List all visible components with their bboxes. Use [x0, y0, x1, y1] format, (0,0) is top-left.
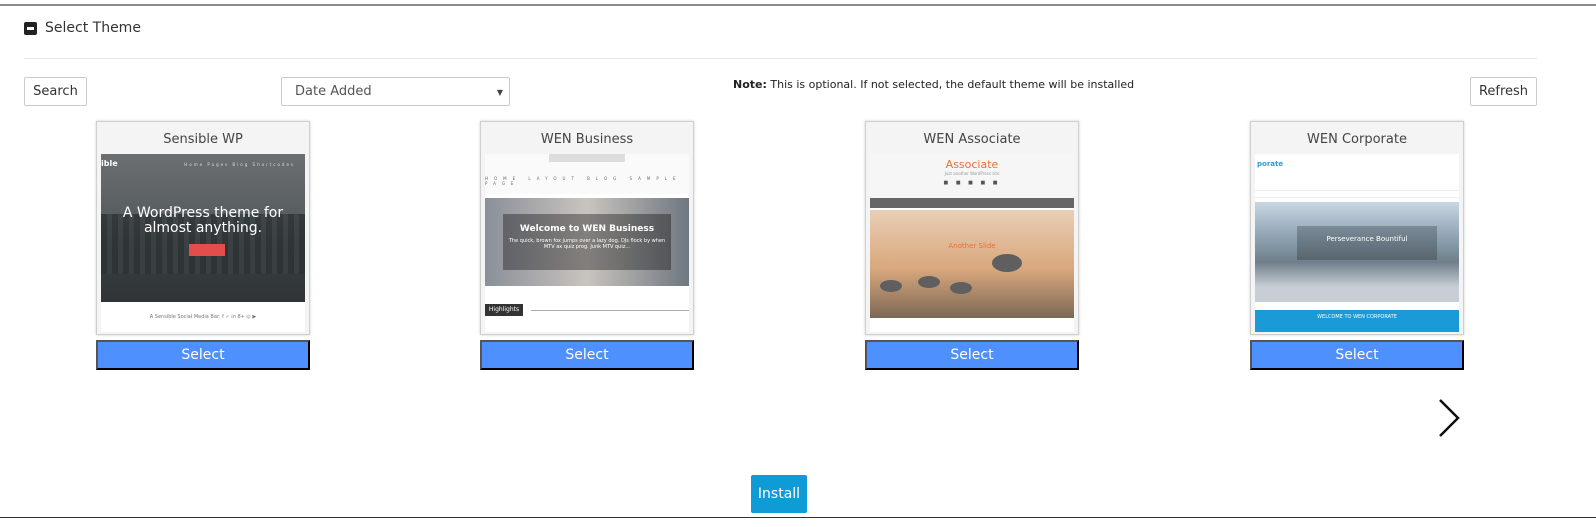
- theme-preview-image: Associate Just another WordPress site ■ …: [870, 154, 1074, 332]
- sort-select-value: Date Added: [295, 84, 372, 99]
- select-button-wen-associate[interactable]: Select: [865, 340, 1079, 370]
- preview-site-subtitle: Just another WordPress site: [944, 171, 1000, 176]
- chevron-right-icon[interactable]: [1432, 396, 1468, 440]
- caret-down-icon: ▼: [496, 88, 503, 97]
- preview-social-icons: ■ ■ ■ ■ ■: [943, 180, 1001, 186]
- bottom-rule: [0, 517, 1596, 518]
- note-text: This is optional. If not selected, the d…: [766, 78, 1135, 91]
- preview-hero: Welcome to WEN Business The quick, brown…: [485, 198, 689, 286]
- preview-header: Associate Just another WordPress site ■ …: [870, 154, 1074, 198]
- theme-title: Sensible WP: [163, 132, 243, 147]
- preview-rule: [531, 310, 689, 311]
- preview-hero-caption: Another Slide: [948, 242, 996, 250]
- collapse-icon[interactable]: [24, 21, 37, 35]
- preview-nav: Home Pages Blog Shortcodes: [184, 162, 295, 167]
- preview-logo: ible: [101, 159, 118, 168]
- note-label: Note:: [733, 78, 767, 91]
- preview-hero-text: The quick, brown fox jumps over a lazy d…: [508, 238, 666, 250]
- theme-card-wen-corporate[interactable]: WEN Corporate porate Perseverance Bounti…: [1250, 121, 1464, 335]
- preview-hero-box: Perseverance Bountiful: [1297, 226, 1437, 260]
- select-button-wen-corporate[interactable]: Select: [1250, 340, 1464, 370]
- section-divider: [24, 58, 1537, 59]
- preview-hero-heading: Perseverance Bountiful: [1326, 235, 1408, 243]
- select-button-sensible-wp[interactable]: Select: [96, 340, 310, 370]
- theme-card-wen-business[interactable]: WEN Business HOME LAYOUT BLOG SAMPLE PAG…: [480, 121, 694, 335]
- section-title: Select Theme: [45, 20, 141, 36]
- theme-preview-image: HOME LAYOUT BLOG SAMPLE PAGE Welcome to …: [485, 154, 689, 332]
- preview-bird: [950, 282, 972, 294]
- preview-nav: [1255, 190, 1459, 198]
- theme-title: WEN Business: [540, 132, 634, 147]
- install-button[interactable]: Install: [751, 475, 807, 513]
- preview-topbar: [549, 154, 625, 162]
- optional-note: Note: This is optional. If not selected,…: [733, 78, 1134, 91]
- section-header[interactable]: Select Theme: [24, 20, 141, 36]
- preview-hero-text: A WordPress theme for almost anything.: [122, 205, 284, 236]
- theme-title: WEN Associate: [923, 132, 1021, 147]
- preview-hero-box: Welcome to WEN Business The quick, brown…: [503, 214, 671, 270]
- preview-bird: [918, 276, 940, 288]
- preview-nav: HOME LAYOUT BLOG SAMPLE PAGE: [485, 176, 682, 186]
- sort-select[interactable]: Date Added ▼: [281, 77, 510, 106]
- theme-card-wen-associate[interactable]: WEN Associate Associate Just another Wor…: [865, 121, 1079, 335]
- preview-highlights-tag: Highlights: [485, 304, 523, 316]
- preview-welcome-band: WELCOME TO WEN CORPORATE: [1255, 310, 1459, 332]
- preview-hero: Perseverance Bountiful: [1255, 202, 1459, 302]
- theme-preview-image: ible Home Pages Blog Shortcodes A WordPr…: [101, 154, 305, 332]
- theme-preview-image: porate Perseverance Bountiful WELCOME TO…: [1255, 154, 1459, 332]
- preview-hero-heading: Welcome to WEN Business: [519, 224, 655, 234]
- select-button-wen-business[interactable]: Select: [480, 340, 694, 370]
- preview-cta: [189, 244, 225, 256]
- preview-hero: Another Slide: [870, 210, 1074, 318]
- top-rule: [0, 4, 1596, 6]
- preview-nav: [870, 198, 1074, 208]
- theme-title: WEN Corporate: [1307, 132, 1407, 147]
- search-button[interactable]: Search: [24, 77, 87, 106]
- preview-site-name: Associate: [945, 158, 999, 171]
- preview-bird: [992, 254, 1022, 272]
- theme-card-sensible-wp[interactable]: Sensible WP ible Home Pages Blog Shortco…: [96, 121, 310, 335]
- preview-bird: [880, 280, 902, 292]
- refresh-button[interactable]: Refresh: [1470, 77, 1537, 106]
- preview-footer: A Sensible Social Media Bar: f ✓ in 8+ ◎…: [101, 302, 305, 332]
- preview-logo: porate: [1257, 160, 1284, 168]
